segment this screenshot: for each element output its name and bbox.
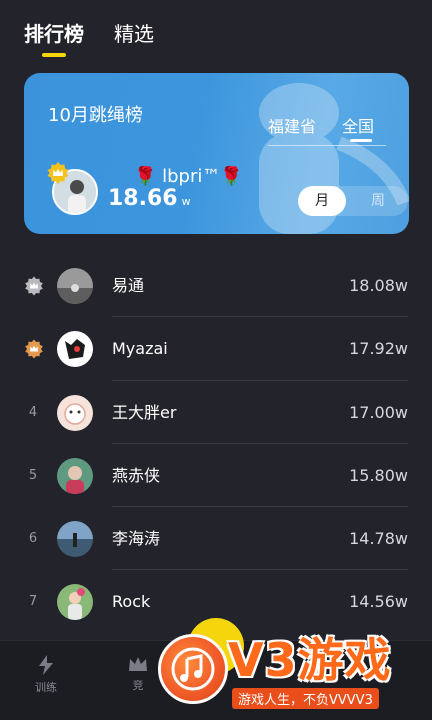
period-week-option[interactable]: 周 — [358, 186, 398, 216]
user-score: 18.08w — [349, 276, 408, 295]
list-item[interactable]: Myazai 17.92w — [0, 317, 432, 381]
region-active-indicator — [350, 139, 373, 142]
ranking-list: 易通 18.08w Myazai 17.92w 4 王大胖er 17.00w 5… — [0, 254, 432, 634]
rank-number: 7 — [28, 594, 38, 610]
avatar — [57, 394, 93, 431]
tab-leaderboard-label: 排行榜 — [24, 22, 84, 46]
list-item[interactable]: 易通 18.08w — [0, 254, 432, 318]
avatar — [57, 268, 93, 304]
watermark-tagline: 游戏人生，不负VVVV3 — [232, 688, 379, 709]
top-user-avatar-group[interactable] — [47, 162, 102, 219]
list-item[interactable]: 4 王大胖er 17.00w — [0, 381, 432, 444]
leaderboard-hero-card: 10月跳绳榜 福建省 全国 🌹 lbpri™🌹 18.66 w 月 周 — [24, 73, 409, 234]
region-divider — [268, 145, 386, 146]
watermark-brand: V3游戏 — [228, 633, 392, 687]
user-score: 14.78w — [349, 529, 408, 549]
user-score: 15.80w — [349, 465, 408, 485]
nav-training-label: 训练 — [35, 681, 57, 694]
user-name: Rock — [112, 592, 151, 612]
rank-number: 4 — [28, 404, 38, 420]
user-name: 王大胖er — [112, 402, 177, 422]
score-unit: w — [181, 195, 191, 208]
bronze-medal-icon — [25, 339, 43, 359]
tab-featured-label: 精选 — [114, 22, 154, 46]
avatar — [57, 457, 93, 494]
gold-crown-icon — [47, 162, 69, 184]
list-item[interactable]: 6 李海涛 14.78w — [0, 507, 432, 571]
watermark-logo-icon — [158, 634, 228, 704]
top-user-score-value: 18.66 — [108, 186, 178, 211]
user-score: 17.00w — [349, 402, 408, 422]
avatar — [57, 584, 93, 621]
nav-training[interactable]: 训练 — [16, 655, 76, 695]
tab-active-indicator — [42, 53, 66, 57]
region-tab-province-label: 福建省 — [268, 117, 317, 136]
period-month-option[interactable]: 月 — [298, 186, 346, 216]
user-score: 17.92w — [349, 339, 408, 359]
user-name: 燕赤侠 — [112, 465, 161, 485]
leaderboard-title: 10月跳绳榜 — [48, 105, 143, 126]
silver-medal-icon — [25, 276, 43, 296]
top-user-name: 🌹 lbpri™🌹 — [134, 166, 243, 187]
user-name: Myazai — [112, 339, 168, 359]
region-tab-province[interactable]: 福建省 — [268, 113, 316, 137]
region-tabs: 福建省 全国 — [268, 113, 375, 142]
rank-number: 6 — [28, 531, 38, 547]
list-item[interactable]: 5 燕赤侠 15.80w — [0, 444, 432, 508]
period-toggle: 月 周 — [298, 186, 408, 216]
top-tab-bar: 排行榜 精选 — [24, 18, 154, 57]
top-user-score: 18.66 w — [108, 186, 191, 211]
user-name: 李海涛 — [112, 529, 161, 549]
region-tab-national-label: 全国 — [342, 117, 375, 136]
avatar — [57, 521, 93, 558]
region-tab-national[interactable]: 全国 — [342, 113, 375, 142]
lightning-icon — [39, 655, 53, 675]
avatar — [57, 331, 93, 368]
watermark: V3游戏 游戏人生，不负VVVV3 — [150, 628, 432, 720]
crown-icon — [129, 657, 147, 671]
tab-leaderboard[interactable]: 排行榜 — [24, 18, 84, 57]
tab-featured[interactable]: 精选 — [114, 18, 154, 57]
user-name: 易通 — [112, 276, 145, 295]
rank-number: 5 — [28, 467, 38, 483]
